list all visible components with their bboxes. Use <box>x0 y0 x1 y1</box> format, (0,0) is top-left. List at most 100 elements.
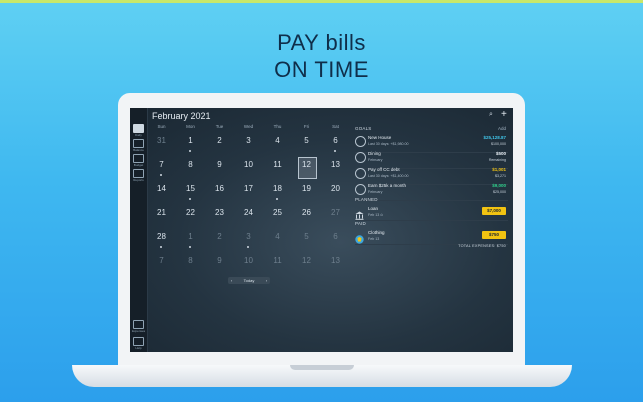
day-number: 28 <box>157 232 166 241</box>
calendar-day[interactable]: 5 <box>294 133 319 155</box>
pay-button[interactable]: $7,000 <box>482 207 506 215</box>
paid-bill-row[interactable]: Clothing Feb 13 $750 <box>355 229 508 245</box>
calendar-nav: ‹ Today › <box>228 277 270 284</box>
calendar-day[interactable]: 8 <box>178 157 203 179</box>
goal-amount: $9,000 <box>492 183 506 188</box>
goal-icon <box>355 184 366 195</box>
sidebar-item-help[interactable]: Help <box>132 337 145 350</box>
goal-subtitle: February <box>368 158 383 162</box>
add-icon[interactable]: + <box>501 109 507 120</box>
total-expenses: TOTAL EXPENSES: $750 <box>458 244 506 248</box>
day-number: 8 <box>188 160 193 169</box>
calendar-day[interactable]: 24 <box>236 205 261 227</box>
planned-section-label: PLANNED <box>355 197 378 202</box>
calendar-day[interactable]: 7 <box>149 253 174 275</box>
day-number: 11 <box>273 160 282 169</box>
calendar-day[interactable]: 11 <box>265 157 290 179</box>
planned-bill-row[interactable]: Loan Feb 13 ⊙ $7,000 <box>355 205 508 221</box>
calendar-day[interactable]: 16 <box>207 181 232 203</box>
weekday-label: Fri <box>303 124 310 129</box>
day-number: 12 <box>302 160 311 169</box>
next-month-button[interactable]: › <box>263 277 270 284</box>
today-button[interactable]: Today <box>236 277 262 284</box>
calendar-day[interactable]: 19 <box>294 181 319 203</box>
day-number: 3 <box>246 136 251 145</box>
paid-amount-badge[interactable]: $750 <box>482 231 506 239</box>
calendar-day[interactable]: 25 <box>265 205 290 227</box>
sidebar-item-balance[interactable]: Balance <box>132 139 145 152</box>
weekday-label: Sun <box>157 124 166 129</box>
calendar-day[interactable]: 5 <box>294 229 319 251</box>
calendar-day[interactable]: 17 <box>236 181 261 203</box>
sidebar-item-reports[interactable]: Reports <box>132 169 145 182</box>
goal-amount: $1,001 <box>492 167 506 172</box>
calendar-day[interactable]: 31 <box>149 133 174 155</box>
calendar-day[interactable]: 1 <box>178 229 203 251</box>
prev-month-button[interactable]: ‹ <box>228 277 235 284</box>
weekday-label: Tue <box>215 124 224 129</box>
calendar-day[interactable]: 14 <box>149 181 174 203</box>
calendar-icon <box>133 124 144 133</box>
calendar-day[interactable]: 18 <box>265 181 290 203</box>
add-goal-link[interactable]: Add <box>498 126 506 131</box>
bill-name: Loan <box>368 206 379 211</box>
calendar-day[interactable]: 2 <box>207 229 232 251</box>
calendar-day[interactable]: 13 <box>323 157 348 179</box>
calendar-day[interactable]: 3 <box>236 133 261 155</box>
day-number: 14 <box>157 184 166 193</box>
calendar-day[interactable]: 4 <box>265 229 290 251</box>
day-number: 9 <box>217 160 222 169</box>
day-number: 27 <box>331 208 340 217</box>
calendar-day[interactable]: 21 <box>149 205 174 227</box>
day-number: 16 <box>215 184 224 193</box>
day-number: 11 <box>273 256 282 265</box>
calendar-day[interactable]: 22 <box>178 205 203 227</box>
calendar-day[interactable]: 27 <box>323 205 348 227</box>
calendar-day[interactable]: 7 <box>149 157 174 179</box>
calendar-day[interactable]: 10 <box>236 157 261 179</box>
calendar-day-selected[interactable]: 12 <box>294 157 319 179</box>
event-dot <box>160 246 162 248</box>
sidebar-item-label: Reports <box>133 178 144 182</box>
calendar-day[interactable]: 6 <box>323 229 348 251</box>
day-number: 13 <box>331 256 340 265</box>
month-title[interactable]: February 2021 <box>152 111 211 121</box>
search-icon[interactable]: ⌕ <box>489 111 493 119</box>
calendar-day[interactable]: 28 <box>149 229 174 251</box>
calendar-day[interactable]: 11 <box>265 253 290 275</box>
day-number: 12 <box>302 256 311 265</box>
calendar-day[interactable]: 2 <box>207 133 232 155</box>
right-panel: ⌕ + GOALS Add New House Last 30 days: +$1… <box>352 108 513 352</box>
calendar-day[interactable]: 13 <box>323 253 348 275</box>
day-number: 10 <box>244 256 253 265</box>
sidebar-item-budget[interactable]: Budget <box>132 154 145 167</box>
calendar-day[interactable]: 26 <box>294 205 319 227</box>
calendar-day[interactable]: 8 <box>178 253 203 275</box>
calendar-day[interactable]: 23 <box>207 205 232 227</box>
sidebar-item-daily[interactable]: Daily <box>132 124 145 137</box>
goal-name: New House <box>368 135 392 140</box>
goal-subtitle: Last 30 days: +$1,400.00 <box>368 174 409 178</box>
paid-section-label: PAID <box>355 221 366 226</box>
day-number: 17 <box>244 184 253 193</box>
calendar-day[interactable]: 9 <box>207 253 232 275</box>
day-number: 20 <box>331 184 340 193</box>
sidebar-item-expenses[interactable]: Expenses <box>132 320 145 333</box>
day-number: 4 <box>275 232 280 241</box>
calendar-day[interactable]: 15 <box>178 181 203 203</box>
weekday-label: Wed <box>243 124 254 129</box>
goal-subtitle: February <box>368 190 383 194</box>
day-number: 15 <box>186 184 195 193</box>
calendar-day[interactable]: 10 <box>236 253 261 275</box>
chart-icon <box>133 169 144 178</box>
day-number: 24 <box>244 208 253 217</box>
calendar-day[interactable]: 1 <box>178 133 203 155</box>
day-number: 4 <box>275 136 280 145</box>
calendar-day[interactable]: 9 <box>207 157 232 179</box>
calendar-day[interactable]: 4 <box>265 133 290 155</box>
goals-section-label: GOALS <box>355 126 372 131</box>
calendar-day[interactable]: 20 <box>323 181 348 203</box>
calendar-day[interactable]: 3 <box>236 229 261 251</box>
calendar-day[interactable]: 12 <box>294 253 319 275</box>
calendar-day[interactable]: 6 <box>323 133 348 155</box>
